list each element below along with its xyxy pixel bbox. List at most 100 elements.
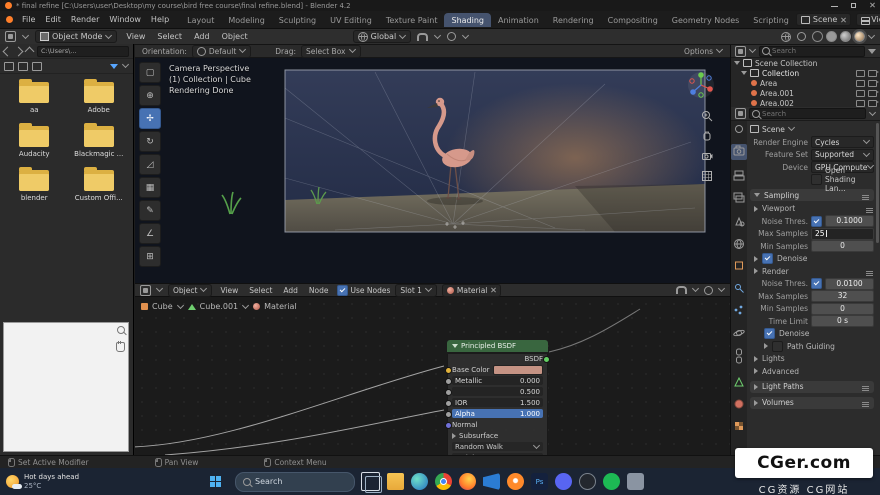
- view-list-icon[interactable]: [32, 62, 42, 71]
- transform-tool[interactable]: ▦: [139, 177, 161, 198]
- camera-view-icon[interactable]: [701, 150, 713, 162]
- world-tab-icon[interactable]: [735, 240, 744, 249]
- solid-shading-icon[interactable]: [826, 31, 837, 42]
- tab-rendering[interactable]: Rendering: [546, 13, 601, 27]
- tab-modeling[interactable]: Modeling: [221, 13, 271, 27]
- forward-icon[interactable]: [14, 46, 24, 56]
- tab-geometry-nodes[interactable]: Geometry Nodes: [665, 13, 746, 27]
- proportional-edit-chevron-icon[interactable]: [462, 31, 469, 38]
- subsurface-panel-row[interactable]: Subsurface: [452, 431, 543, 440]
- scene-tab-icon[interactable]: [736, 218, 744, 226]
- folder-item[interactable]: Audacity: [2, 126, 67, 158]
- path-guiding-row[interactable]: Path Guiding: [764, 341, 874, 352]
- outliner-search-input[interactable]: [772, 47, 862, 55]
- viewport-denoise-checkbox[interactable]: [762, 253, 773, 264]
- firefox-browser-icon[interactable]: [459, 473, 476, 490]
- select-box-tool[interactable]: ▢: [139, 62, 161, 83]
- base-color-socket[interactable]: [445, 367, 452, 374]
- up-icon[interactable]: [25, 46, 35, 56]
- subsurface-method-row[interactable]: Random Walk: [452, 442, 543, 451]
- options-dropdown[interactable]: Options: [684, 47, 723, 56]
- view-large-icons-icon[interactable]: [18, 62, 28, 71]
- rotate-tool[interactable]: ↻: [139, 131, 161, 152]
- discord-icon[interactable]: [555, 473, 572, 490]
- mode-dropdown[interactable]: Object Mode: [35, 30, 117, 43]
- properties-editor-type-icon[interactable]: [735, 108, 746, 119]
- measure-tool[interactable]: ∠: [139, 223, 161, 244]
- zoom-icon[interactable]: [701, 110, 713, 122]
- obs-icon[interactable]: [579, 473, 596, 490]
- menu-window[interactable]: Window: [104, 13, 146, 26]
- disable-render-icon[interactable]: [868, 100, 877, 107]
- blender-taskbar-icon[interactable]: [507, 473, 524, 490]
- modifiers-tab-icon[interactable]: [736, 285, 744, 293]
- properties-search-input[interactable]: [762, 110, 863, 118]
- preset-menu-icon[interactable]: [862, 195, 870, 196]
- feature-set-dropdown[interactable]: Supported: [811, 149, 874, 161]
- outliner-row-area-001[interactable]: Area.001: [731, 88, 880, 98]
- osl-checkbox[interactable]: [811, 174, 822, 185]
- taskbar-search[interactable]: Search: [235, 472, 355, 492]
- properties-search[interactable]: [749, 108, 866, 119]
- render-denoise-row[interactable]: Denoise: [764, 328, 874, 339]
- xray-toggle-icon[interactable]: [797, 32, 806, 41]
- folder-item[interactable]: Adobe: [67, 82, 132, 114]
- texture-tab-icon[interactable]: [735, 422, 743, 430]
- outliner-row-scene-collection[interactable]: Scene Collection: [731, 58, 880, 68]
- properties-scrollbar[interactable]: [876, 123, 879, 243]
- code-editor-icon[interactable]: [483, 473, 500, 490]
- cursor-tool[interactable]: ⊕: [139, 85, 161, 106]
- folder-item[interactable]: Blackmagic ...: [67, 126, 132, 158]
- render-min-samples-field[interactable]: 0: [811, 303, 874, 315]
- folder-item[interactable]: blender: [2, 170, 67, 202]
- outliner-row-area[interactable]: Area: [731, 78, 880, 88]
- alpha-row[interactable]: Alpha1.000: [452, 409, 543, 418]
- view-layer-selector[interactable]: ViewLayer: [856, 13, 880, 26]
- viewport-subpanel-header[interactable]: Viewport: [754, 203, 874, 214]
- view-layer-tab-icon[interactable]: [734, 193, 744, 202]
- tab-animation[interactable]: Animation: [491, 13, 546, 27]
- hide-viewport-icon[interactable]: [856, 70, 865, 77]
- outliner-row-collection[interactable]: Collection: [731, 68, 880, 78]
- app-icon[interactable]: [627, 473, 644, 490]
- principled-bsdf-node[interactable]: Principled BSDF BSDF Base Color Metallic…: [447, 340, 548, 455]
- scale-tool[interactable]: ◿: [139, 154, 161, 175]
- shader-type-dropdown[interactable]: Object: [168, 284, 212, 297]
- alpha-socket[interactable]: [445, 411, 452, 418]
- add-primitive-tool[interactable]: ⊞: [139, 246, 161, 267]
- rendered-shading-icon[interactable]: [854, 31, 865, 42]
- breadcrumb-object[interactable]: Cube: [152, 302, 173, 311]
- disable-render-icon[interactable]: [868, 80, 877, 87]
- menu-object[interactable]: Object: [219, 32, 251, 41]
- blender-logo-icon[interactable]: [6, 16, 13, 23]
- transform-orientation-dropdown[interactable]: Global: [353, 30, 412, 43]
- scene-unlink-icon[interactable]: [840, 17, 846, 23]
- render-noise-threshold-field[interactable]: 0.0100: [825, 278, 874, 290]
- normal-row[interactable]: Normal: [452, 420, 543, 429]
- material-tab-icon[interactable]: [735, 400, 743, 408]
- tool-tab-icon[interactable]: [736, 126, 743, 133]
- render-engine-dropdown[interactable]: Cycles: [811, 136, 874, 148]
- outliner-editor-type-icon[interactable]: [735, 46, 746, 57]
- outliner-search[interactable]: [759, 46, 865, 57]
- menu-help[interactable]: Help: [146, 13, 174, 26]
- ior-socket[interactable]: [445, 400, 452, 407]
- bsdf-output-socket[interactable]: [543, 356, 550, 363]
- render-max-samples-field[interactable]: 32: [811, 290, 874, 302]
- folder-item[interactable]: Custom Offi...: [67, 170, 132, 202]
- back-icon[interactable]: [3, 46, 13, 56]
- shader-menu-add[interactable]: Add: [280, 286, 301, 295]
- move-tool[interactable]: ✢: [139, 108, 161, 129]
- photoshop-icon[interactable]: Ps: [531, 473, 548, 490]
- render-tab-icon[interactable]: [731, 144, 747, 160]
- breadcrumb-material[interactable]: Material: [264, 302, 297, 311]
- close-button[interactable]: [869, 2, 875, 8]
- normal-socket[interactable]: [445, 422, 452, 429]
- wireframe-shading-icon[interactable]: [812, 31, 823, 42]
- preset-menu-icon[interactable]: [862, 402, 870, 403]
- navigation-gizmo[interactable]: [686, 70, 716, 100]
- scene-selector[interactable]: Scene: [796, 13, 851, 26]
- proportional-edit-icon[interactable]: [447, 32, 456, 41]
- annotate-tool[interactable]: ✎: [139, 200, 161, 221]
- toggle-grid-icon[interactable]: [701, 170, 713, 182]
